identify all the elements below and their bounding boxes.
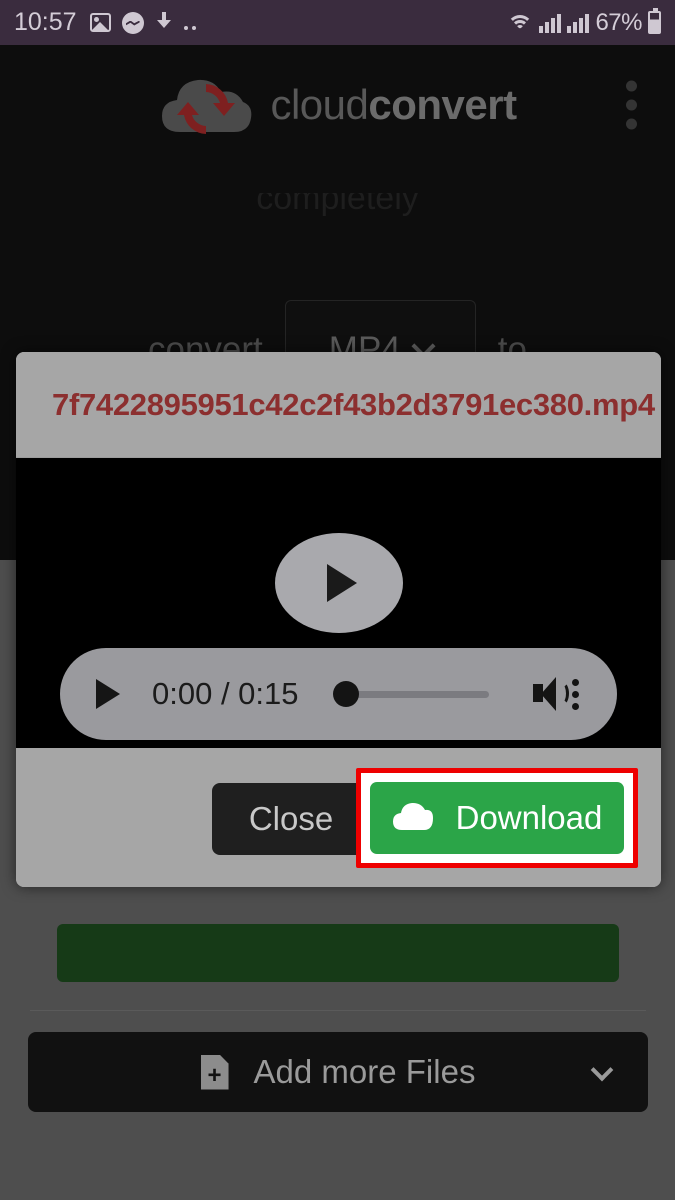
app-header: cloudconvert: [0, 45, 675, 165]
signal-bars-icon: [539, 13, 562, 33]
status-time: 10:57: [14, 8, 77, 36]
battery-percent: 67%: [595, 8, 642, 36]
progress-track: [342, 690, 489, 698]
status-bar: 10:57 67%: [0, 0, 675, 45]
download-label: Download: [455, 799, 603, 836]
volume-icon[interactable]: [532, 677, 572, 711]
progress-slider[interactable]: [332, 679, 489, 709]
phone-screen: 10:57 67% cloudconvert completely conver…: [0, 0, 675, 1200]
battery-icon: [648, 8, 661, 34]
download-dialog: 7f7422895951c42c2f43b2d3791ec380.mp4 0:0…: [16, 352, 661, 887]
clipped-heading: completely: [256, 193, 419, 217]
download-highlight-annotation: Download: [356, 768, 638, 868]
progress-thumb[interactable]: [332, 681, 359, 707]
divider: [30, 1010, 646, 1011]
image-icon: [89, 13, 111, 32]
file-plus-icon: [200, 1054, 229, 1090]
add-more-files-content: Add more Files: [200, 1053, 476, 1091]
cloud-refresh-logo-icon: [158, 70, 254, 140]
status-notification-icons: [89, 11, 196, 34]
add-more-files-button[interactable]: Add more Files: [28, 1032, 648, 1112]
dialog-filename: 7f7422895951c42c2f43b2d3791ec380.mp4: [52, 386, 655, 422]
signal-bars-2-icon: [567, 13, 590, 33]
dialog-footer: Close Download: [16, 748, 661, 887]
status-system-icons: 67%: [507, 8, 661, 37]
play-icon[interactable]: [96, 679, 120, 709]
background-action-button[interactable]: [57, 924, 619, 982]
download-button[interactable]: Download: [370, 782, 624, 854]
cloud-download-icon: [392, 802, 434, 834]
big-play-icon[interactable]: [274, 532, 403, 633]
brand-text: cloudconvert: [270, 81, 517, 129]
brand-bold: convert: [368, 81, 517, 128]
kebab-menu-icon[interactable]: [572, 678, 579, 710]
wifi-icon: [507, 13, 534, 33]
time-display: 0:00 / 0:15: [152, 676, 299, 711]
add-more-files-label: Add more Files: [253, 1053, 476, 1090]
kebab-menu-icon[interactable]: [626, 80, 637, 130]
dialog-header: 7f7422895951c42c2f43b2d3791ec380.mp4: [16, 352, 661, 458]
download-icon: [155, 12, 173, 33]
more-dots-icon: [183, 13, 196, 33]
chevron-down-icon[interactable]: [590, 1058, 614, 1082]
video-controls: 0:00 / 0:15: [60, 648, 617, 740]
brand-logo: cloudconvert: [158, 70, 517, 140]
messenger-icon: [121, 11, 144, 34]
brand-light: cloud: [270, 81, 369, 128]
video-preview[interactable]: 0:00 / 0:15: [16, 458, 661, 748]
close-button[interactable]: Close: [212, 783, 370, 855]
